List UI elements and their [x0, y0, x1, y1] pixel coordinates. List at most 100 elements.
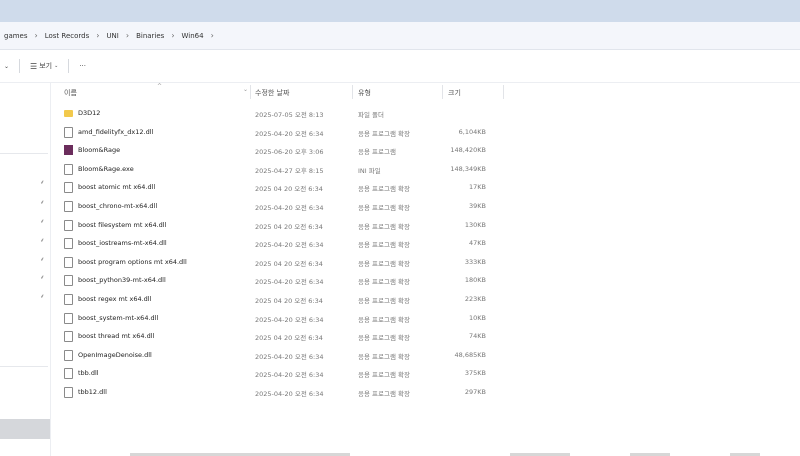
file-date: 2025-04-20 오전 6:34 — [255, 371, 324, 380]
file-type: 응용 프로그램 확장 — [358, 278, 410, 287]
chevron-right-icon: › — [34, 31, 38, 40]
chevron-right-icon: › — [96, 31, 100, 40]
file-icon — [64, 201, 73, 212]
breadcrumb-item[interactable]: games — [0, 32, 32, 40]
file-row[interactable]: tbb12.dll 2025-04-20 오전 6:34 응용 프로그램 확장 297… — [50, 383, 505, 402]
breadcrumb-item[interactable]: UNI — [102, 32, 122, 40]
file-row[interactable]: OpenImageDenoise.dll 2025-04-20 오전 6:34 응용… — [50, 346, 505, 365]
file-row[interactable]: boost regex mt x64.dll 2025 04 20 오전 6:34… — [50, 290, 505, 309]
column-divider[interactable] — [250, 85, 251, 99]
file-size: 333KB — [464, 257, 486, 266]
view-icon: ☰ — [30, 61, 38, 71]
window-title-bar — [0, 0, 800, 22]
file-row[interactable]: Bloom&Rage.exe 2025-04-27 오후 8:15 INI 파일 14… — [50, 160, 505, 179]
file-type: 응용 프로그램 확장 — [358, 204, 410, 212]
file-icon — [64, 349, 73, 361]
pin-icon[interactable]: ⸙ — [40, 178, 45, 186]
file-size: 74KB — [469, 332, 486, 341]
file-row[interactable]: boost_chrono-mt-x64.dll 2025-04-20 오전 6:3… — [50, 197, 505, 216]
file-row[interactable]: Bloom&Rage 2025-06-20 오후 3:06 응용 프로그램 148,4… — [50, 141, 505, 160]
file-icon — [64, 275, 73, 287]
breadcrumb-item[interactable]: Win64 — [178, 32, 208, 40]
file-row[interactable]: amd_fidelityfx_dx12.dll 2025-04-20 오전 6:3… — [50, 123, 505, 142]
file-icon — [64, 368, 73, 380]
file-date: 2025-04-20 오전 6:34 — [255, 204, 324, 212]
view-label: 보기 — [39, 62, 53, 70]
file-type: 응용 프로그램 확장 — [358, 185, 410, 194]
file-row[interactable]: boost filesystem mt x64.dll 2025 04 20 오전… — [50, 216, 505, 235]
file-type: 응용 프로그램 확장 — [358, 222, 410, 231]
file-type: 응용 프로그램 확장 — [358, 390, 410, 398]
file-size: 48,685KB — [454, 350, 486, 359]
column-divider[interactable] — [503, 85, 504, 99]
chevron-down-icon[interactable]: ⌄ — [243, 86, 248, 93]
file-size: 130KB — [464, 220, 486, 229]
file-name: Bloom&Rage.exe — [78, 164, 134, 173]
column-divider[interactable] — [352, 85, 353, 99]
file-icon — [64, 331, 73, 343]
navigation-pane: ⸙ ⸙ ⸙ ⸙ ⸙ ⸙ ⸙ — [0, 83, 51, 456]
breadcrumb-item[interactable]: Binaries — [132, 32, 168, 40]
file-list: ^ 이름 ⌄ 수정한 날짜 유형 크기 D3D12 2025-07-05 오전 8… — [50, 83, 800, 456]
file-date: 2025-04-20 오전 6:34 — [255, 241, 324, 250]
file-name: boost thread mt x64.dll — [78, 332, 155, 341]
file-date: 2025-04-20 오전 6:34 — [255, 129, 324, 138]
file-name: boost program options mt x64.dll — [78, 257, 187, 266]
file-row[interactable]: boost_python39-mt-x64.dll 2025-04-20 오전 6… — [50, 271, 505, 290]
file-name: amd_fidelityfx_dx12.dll — [78, 127, 154, 136]
pin-icon[interactable]: ⸙ — [40, 292, 45, 300]
file-icon — [64, 238, 73, 250]
pin-icon[interactable]: ⸙ — [40, 255, 45, 263]
file-size: 148,349KB — [450, 164, 486, 173]
file-date: 2025-04-20 오전 6:34 — [255, 352, 324, 361]
column-divider[interactable] — [442, 85, 443, 99]
file-name: boost regex mt x64.dll — [78, 295, 152, 303]
chevron-down-icon[interactable]: ⌄ — [0, 63, 13, 70]
pin-icon[interactable]: ⸙ — [40, 198, 45, 206]
file-type: 응용 프로그램 확장 — [358, 334, 410, 343]
file-type: INI 파일 — [358, 166, 381, 175]
file-name: boost_system-mt-x64.dll — [78, 313, 159, 322]
view-button[interactable]: ☰ 보기 ⌄ — [26, 61, 62, 71]
folder-icon — [64, 110, 73, 117]
chevron-down-icon: ⌄ — [54, 63, 59, 69]
file-row[interactable]: boost atomic mt x64.dll 2025 04 20 오전 6:3… — [50, 178, 505, 197]
pin-icon[interactable]: ⸙ — [40, 236, 45, 244]
file-type: 파일 폴더 — [358, 111, 384, 119]
breadcrumb-item[interactable]: Lost Records — [41, 32, 94, 40]
file-name: tbb12.dll — [78, 388, 107, 396]
breadcrumb-more-chevron[interactable]: › — [208, 31, 217, 40]
file-row[interactable]: D3D12 2025-07-05 오전 8:13 파일 폴더 — [50, 104, 505, 123]
file-name: boost atomic mt x64.dll — [78, 183, 156, 192]
file-row[interactable]: boost_system-mt-x64.dll 2025-04-20 오전 6:3… — [50, 309, 505, 328]
column-header-name[interactable]: 이름 — [64, 88, 77, 98]
command-bar: ⌄ ☰ 보기 ⌄ ··· — [0, 50, 800, 83]
more-options-button[interactable]: ··· — [75, 62, 90, 70]
sidebar-item-selected[interactable] — [0, 419, 50, 439]
toolbar-divider — [19, 59, 21, 73]
column-header-type[interactable]: 유형 — [358, 88, 371, 98]
file-type: 응용 프로그램 확장 — [358, 129, 410, 138]
column-header-size[interactable]: 크기 — [448, 88, 461, 98]
toolbar-divider — [68, 59, 70, 73]
pin-icon[interactable]: ⸙ — [40, 273, 45, 281]
file-icon — [64, 219, 73, 231]
address-bar[interactable]: games › Lost Records › UNI › Binaries › … — [0, 22, 800, 50]
file-row[interactable]: boost program options mt x64.dll 2025 04 … — [50, 253, 505, 272]
file-date: 2025 04 20 오전 6:34 — [255, 259, 323, 268]
file-icon — [64, 182, 73, 194]
chevron-right-icon: › — [125, 31, 130, 40]
file-row[interactable]: boost thread mt x64.dll 2025 04 20 오전 6:3… — [50, 327, 505, 346]
file-row[interactable]: boost_iostreams-mt-x64.dll 2025-04-20 오전 … — [50, 234, 505, 253]
sidebar-divider — [0, 153, 48, 154]
sidebar-divider — [0, 366, 48, 367]
file-icon — [64, 256, 73, 268]
pin-icon[interactable]: ⸙ — [40, 217, 45, 225]
column-header-row: ^ 이름 ⌄ 수정한 날짜 유형 크기 — [50, 83, 505, 101]
file-type: 응용 프로그램 확장 — [358, 315, 410, 324]
file-size: 10KB — [469, 313, 486, 322]
file-row[interactable]: tbb.dll 2025-04-20 오전 6:34 응용 프로그램 확장 375KB — [50, 364, 505, 383]
file-name: OpenImageDenoise.dll — [78, 350, 152, 359]
column-header-date[interactable]: 수정한 날짜 — [255, 88, 289, 98]
file-date: 2025-04-20 오전 6:34 — [255, 278, 324, 287]
